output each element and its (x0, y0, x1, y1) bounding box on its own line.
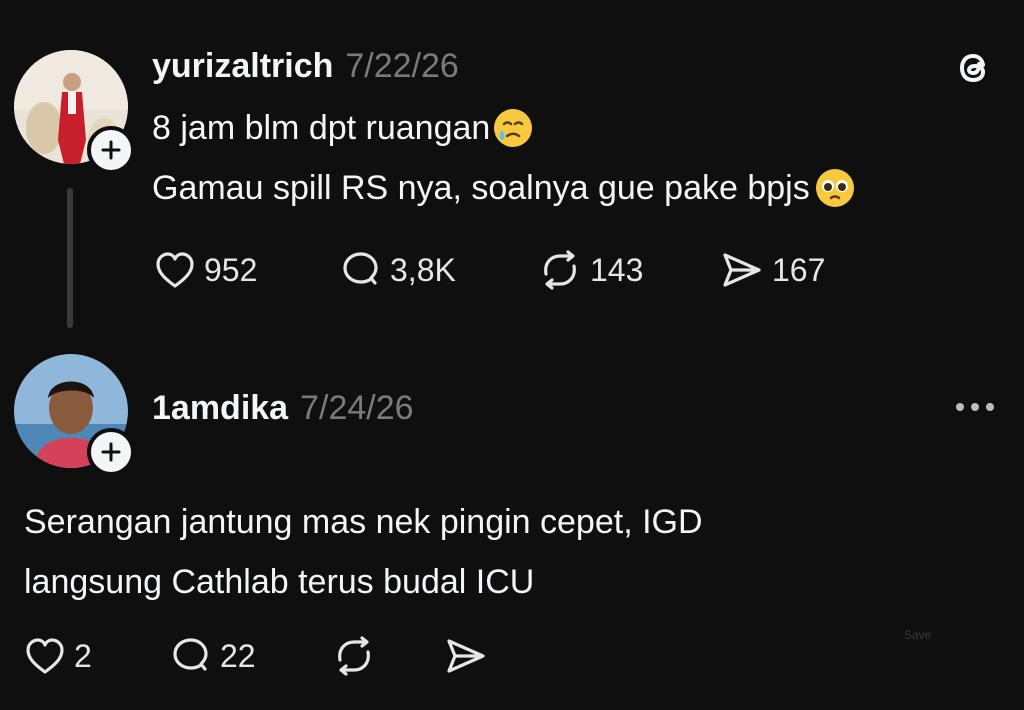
comment-icon (173, 638, 208, 671)
repost-button[interactable]: 143 (538, 250, 643, 290)
heart-icon (156, 252, 194, 288)
plus-icon (101, 140, 121, 160)
follow-button[interactable] (87, 428, 135, 476)
post-line-1-text: 8 jam blm dpt ruangan (152, 109, 491, 147)
like-count: 2 (74, 637, 92, 674)
post-header: yurizaltrich 7/22/26 (152, 44, 459, 88)
pleading-face-emoji (815, 169, 854, 207)
reply-button[interactable]: 22 (170, 636, 256, 676)
send-icon (723, 253, 761, 287)
comment-icon (343, 252, 378, 285)
post-line-1: 8 jam blm dpt ruangan (152, 98, 856, 158)
repost-icon (338, 636, 370, 676)
more-icon (956, 403, 994, 411)
username[interactable]: yurizaltrich (152, 47, 333, 86)
post-line-2: Gamau spill RS nya, soalnya gue pake bpj… (152, 158, 856, 218)
like-button[interactable]: 952 (154, 250, 257, 290)
send-icon (447, 639, 485, 673)
threads-logo-icon[interactable] (950, 44, 998, 92)
reply-count: 22 (220, 637, 256, 674)
repost-button[interactable] (332, 636, 376, 676)
post-date: 7/22/26 (345, 46, 459, 85)
post-line-2-text: Gamau spill RS nya, soalnya gue pake bpj… (152, 169, 810, 207)
post-text: 8 jam blm dpt ruangan Gamau spill RS nya… (152, 98, 856, 218)
repost-count: 143 (590, 251, 644, 288)
heart-icon (26, 638, 64, 674)
like-button[interactable]: 2 (24, 636, 92, 676)
reply-button[interactable]: 3,8K (340, 250, 456, 290)
more-button[interactable] (952, 398, 998, 416)
crying-face-emoji (494, 109, 533, 147)
reply-line-1: Serangan jantung mas nek pingin cepet, I… (24, 503, 703, 541)
plus-icon (101, 442, 121, 462)
share-button[interactable] (444, 636, 488, 676)
share-count: 167 (772, 251, 826, 288)
follow-button[interactable] (87, 126, 135, 174)
save-watermark: Save (904, 628, 932, 642)
share-button[interactable]: 167 (720, 250, 825, 290)
username[interactable]: 1amdika (152, 389, 288, 428)
thread-line (67, 188, 73, 328)
like-count: 952 (204, 251, 258, 288)
reply-date: 7/24/26 (300, 388, 414, 427)
reply-header: 1amdika 7/24/26 (152, 386, 414, 430)
reply-count: 3,8K (390, 251, 456, 288)
reply-text: Serangan jantung mas nek pingin cepet, I… (24, 492, 703, 612)
repost-icon (544, 250, 576, 290)
reply-line-2: langsung Cathlab terus budal ICU (24, 563, 535, 601)
